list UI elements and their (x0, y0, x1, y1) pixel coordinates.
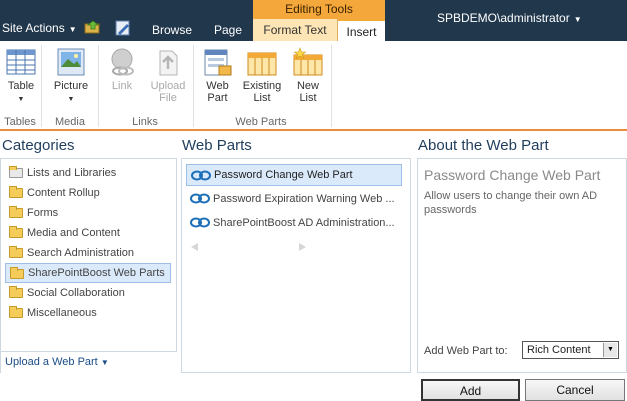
ribbon-divider (331, 45, 332, 127)
web-part-item[interactable]: SharePointBoost AD Administration... (186, 212, 402, 234)
ribbon-accent-line (0, 129, 627, 131)
folder-icon (9, 226, 23, 238)
folder-icon (9, 206, 23, 218)
group-label-web-parts: Web Parts (235, 116, 287, 128)
category-item[interactable]: Lists and Libraries (5, 163, 171, 183)
web-parts-panel: Password Change Web Part Password Expira… (181, 158, 411, 373)
web-part-item-selected[interactable]: Password Change Web Part (186, 164, 402, 186)
tab-page[interactable]: Page (214, 23, 242, 37)
web-parts-title: Web Parts (182, 137, 252, 154)
upload-web-part-label: Upload a Web Part (5, 356, 98, 368)
new-list-button[interactable]: New List (291, 47, 325, 104)
categories-title: Categories (2, 137, 75, 154)
cancel-button[interactable]: Cancel (525, 379, 625, 401)
upload-file-button[interactable]: Upload File (145, 47, 191, 104)
tab-format-text[interactable]: Format Text (253, 19, 338, 41)
category-label: Lists and Libraries (27, 167, 117, 179)
table-button[interactable]: Table ▼ (3, 47, 39, 106)
table-icon (6, 49, 36, 75)
add-to-value: Rich Content (527, 344, 591, 356)
link-label: Link (111, 80, 133, 92)
web-part-button[interactable]: Web Part (201, 47, 234, 104)
ribbon-divider (98, 45, 99, 127)
web-part-label: Password Change Web Part (214, 169, 353, 181)
chevron-down-icon: ▼ (17, 96, 25, 103)
web-part-icon (204, 49, 231, 76)
category-label: Miscellaneous (27, 307, 97, 319)
site-actions-label: Site Actions (2, 21, 65, 35)
category-label: Search Administration (27, 247, 134, 259)
category-item[interactable]: Search Administration (5, 243, 171, 263)
web-part-label: Web Part (206, 80, 229, 104)
new-list-label: New List (296, 80, 319, 104)
category-label: Forms (27, 207, 59, 219)
ribbon: Table ▼ Tables Picture ▼ Media Link Upload… (0, 41, 627, 130)
ribbon-divider (41, 45, 42, 127)
web-part-label: SharePointBoost AD Administration... (213, 217, 395, 229)
category-item[interactable]: Content Rollup (5, 183, 171, 203)
upload-file-icon (159, 50, 178, 76)
tab-insert[interactable]: Insert (338, 19, 385, 42)
category-item[interactable]: Social Collaboration (5, 283, 171, 303)
user-menu[interactable]: SPBDEMO\administrator ▼ (437, 11, 582, 25)
group-label-tables: Tables (4, 116, 36, 128)
new-list-icon (293, 47, 323, 76)
next-page-icon[interactable] (297, 242, 309, 252)
chevron-down-icon: ▼ (573, 15, 582, 24)
chevron-down-icon: ▼ (603, 343, 617, 357)
about-web-part-name: Password Change Web Part (424, 167, 601, 183)
category-label: SharePointBoost Web Parts (28, 267, 165, 279)
category-label: Media and Content (27, 227, 120, 239)
web-part-link-icon (190, 193, 210, 204)
add-button[interactable]: Add (421, 379, 520, 401)
web-part-link-icon (190, 217, 210, 228)
edit-page-icon[interactable] (115, 20, 131, 36)
folder-icon (9, 286, 23, 298)
chevron-down-icon: ▼ (67, 96, 75, 103)
web-part-link-icon (191, 170, 211, 181)
folder-icon (9, 166, 23, 178)
previous-page-icon[interactable] (188, 242, 200, 252)
site-actions-menu[interactable]: Site Actions ▼ (2, 21, 77, 35)
link-button[interactable]: Link (104, 47, 140, 92)
upload-web-part-link[interactable]: Upload a Web Part ▼ (5, 356, 109, 368)
upload-file-label: Upload File (150, 80, 186, 104)
navigate-up-icon[interactable] (84, 20, 102, 34)
existing-list-icon (247, 52, 277, 76)
category-item[interactable]: Miscellaneous (5, 303, 171, 323)
tab-browse[interactable]: Browse (152, 23, 192, 37)
folder-icon (9, 306, 23, 318)
add-to-label: Add Web Part to: (424, 345, 508, 357)
link-icon (111, 48, 134, 76)
about-web-part-description: Allow users to change their own AD passw… (424, 190, 598, 216)
existing-list-button[interactable]: Existing List (241, 47, 283, 104)
category-label: Content Rollup (27, 187, 100, 199)
category-item[interactable]: Forms (5, 203, 171, 223)
upload-bar: Upload a Web Part ▼ (1, 351, 177, 373)
folder-icon (9, 246, 23, 258)
folder-icon (9, 186, 23, 198)
chevron-down-icon: ▼ (100, 358, 109, 367)
picture-icon (57, 48, 85, 76)
chevron-down-icon: ▼ (68, 25, 77, 34)
group-label-media: Media (55, 116, 85, 128)
add-to-select[interactable]: Rich Content ▼ (522, 341, 619, 359)
web-part-label: Password Expiration Warning Web ... (213, 193, 395, 205)
editing-tools-group-label: Editing Tools (253, 0, 385, 19)
group-label-links: Links (132, 116, 158, 128)
category-label: Social Collaboration (27, 287, 125, 299)
existing-list-label: Existing List (242, 80, 282, 104)
picture-label: Picture (53, 80, 89, 92)
ribbon-divider (193, 45, 194, 127)
user-name: SPBDEMO\administrator (437, 11, 570, 25)
web-part-item[interactable]: Password Expiration Warning Web ... (186, 188, 402, 210)
picture-button[interactable]: Picture ▼ (50, 47, 92, 106)
about-title: About the Web Part (418, 137, 549, 154)
categories-panel: Lists and Libraries Content Rollup Forms… (0, 158, 177, 373)
category-item[interactable]: Media and Content (5, 223, 171, 243)
category-item-selected[interactable]: SharePointBoost Web Parts (5, 263, 171, 283)
folder-icon (10, 267, 24, 279)
table-label: Table (7, 80, 35, 92)
